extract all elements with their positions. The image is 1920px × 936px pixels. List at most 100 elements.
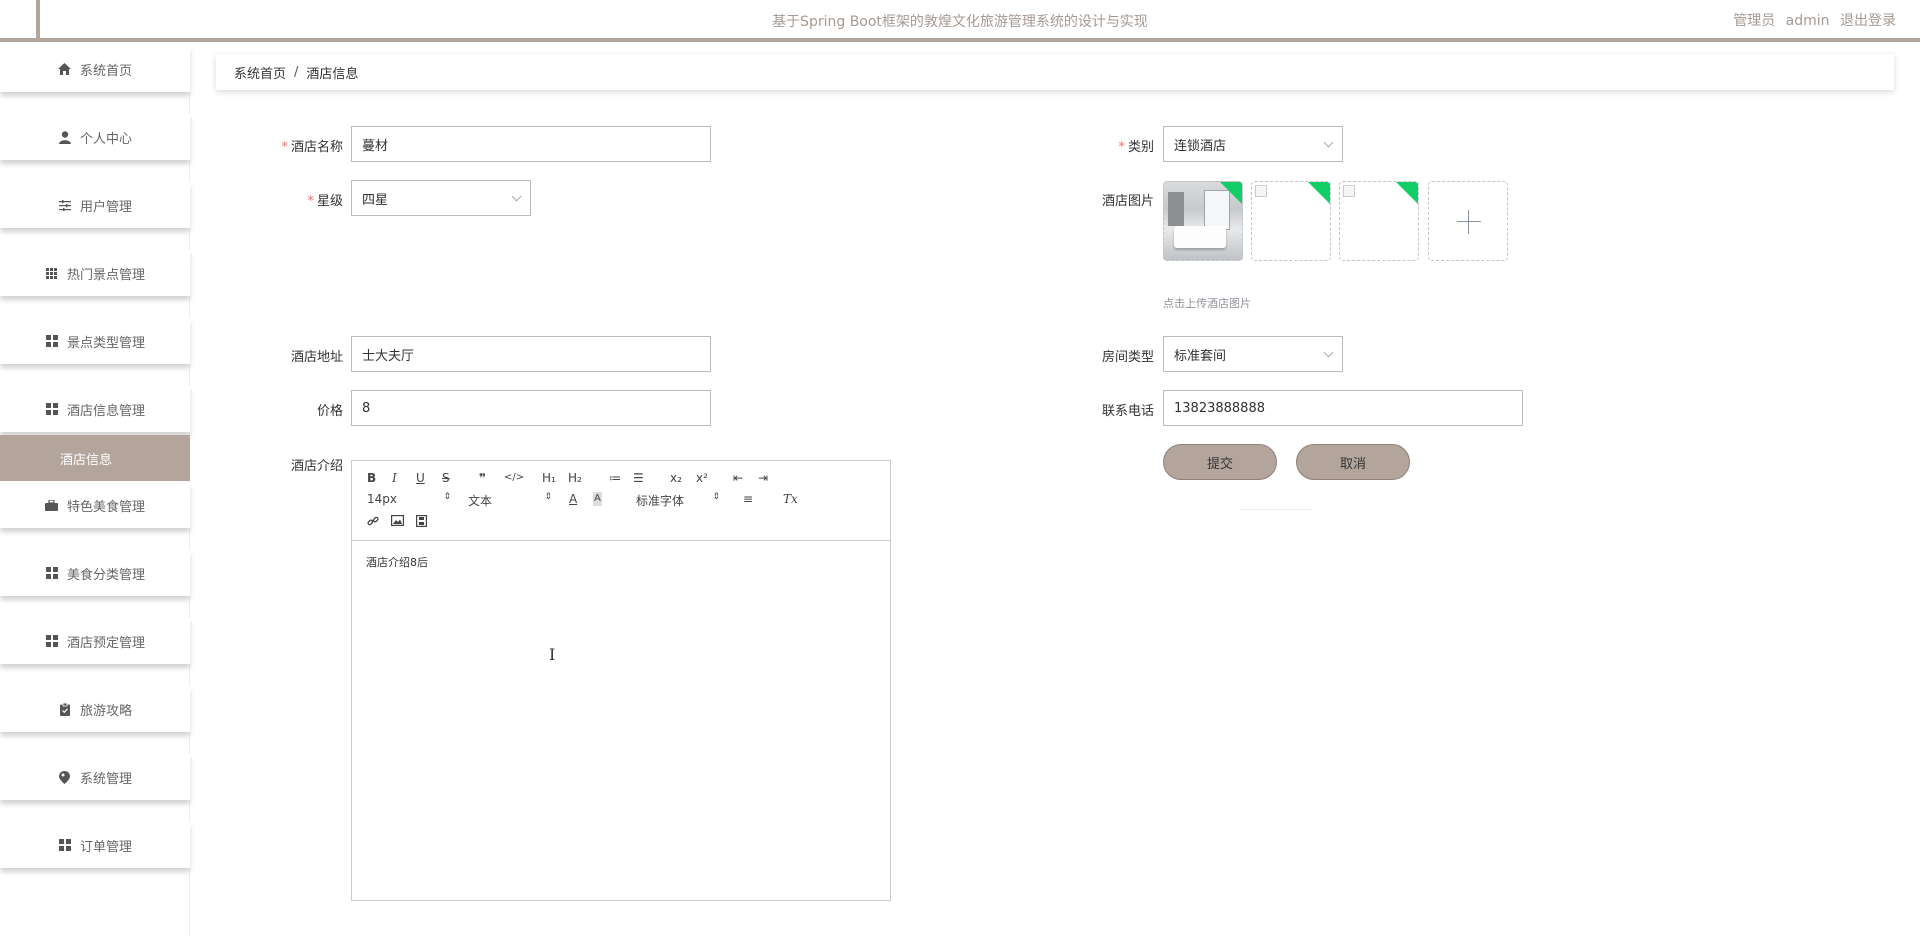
sidebar-item-label: 系统首页 [79,63,132,79]
hotel-name-label: * 酒店名称 [281,140,343,155]
category-select[interactable]: 连锁酒店 [1163,126,1343,162]
blockquote-button[interactable]: ❞ [479,471,486,485]
strike-button[interactable]: S [442,471,450,485]
apps-icon [58,838,72,852]
address-input[interactable]: 士大夫厅 [351,336,711,372]
sidebar-item-hot-spots[interactable]: 热门景点管理 [0,250,190,296]
header-picker[interactable]: 文本 ⇕ [468,492,552,509]
editor-content[interactable]: 酒店介绍8后 [352,542,890,900]
top-bar: 基于Spring Boot框架的敦煌文化旅游管理系统的设计与实现 管理员 adm… [0,0,1920,42]
hotel-image-thumbnail[interactable] [1339,181,1419,261]
sidebar-item-label: 旅游攻略 [79,703,132,719]
room-photo-bed [1174,226,1226,248]
h2-button[interactable]: H₂ [568,471,582,485]
cancel-button[interactable]: 取消 [1296,444,1410,480]
picker-arrow-icon: ⇕ [712,492,720,502]
sidebar-item-hotel-booking[interactable]: 酒店预定管理 [0,618,190,664]
text-color-button[interactable]: A [569,492,577,506]
rich-text-editor: B I U S ❞ </> H₁ H₂ ≔ ☰ x₂ x² ⇤ ⇥ 14px ⇕… [351,460,891,901]
superscript-button[interactable]: x² [696,471,708,485]
underline-button[interactable]: U [416,471,425,485]
image-icon[interactable] [391,515,405,529]
code-button[interactable]: </> [504,471,524,485]
sidebar-item-users[interactable]: 用户管理 [0,182,190,228]
editor-toolbar: B I U S ❞ </> H₁ H₂ ≔ ☰ x₂ x² ⇤ ⇥ 14px ⇕… [352,461,890,541]
category-select-value: 连锁酒店 [1174,138,1227,154]
video-icon[interactable] [416,515,428,530]
align-button[interactable]: ≡ [743,492,753,506]
sidebar-item-label: 景点类型管理 [66,335,145,351]
sidebar-item-spot-types[interactable]: 景点类型管理 [0,318,190,364]
broken-image-icon [1343,185,1355,197]
picker-arrow-icon: ⇕ [544,492,552,502]
briefcase-icon [45,498,59,512]
picker-arrow-icon: ⇕ [443,492,451,502]
sidebar-item-profile[interactable]: 个人中心 [0,114,190,160]
clean-format-button[interactable]: Tx [783,492,798,506]
sidebar-item-label: 订单管理 [79,839,132,855]
background-color-button[interactable]: A [593,492,602,506]
user-area: 管理员 admin 退出登录 [1727,10,1896,30]
submit-button[interactable]: 提交 [1163,444,1277,480]
breadcrumb-current: 酒店信息 [306,66,359,82]
phone-label: 联系电话 [1101,404,1154,419]
link-icon[interactable] [367,515,379,530]
apps-icon [45,566,59,580]
price-label: 价格 [316,404,343,419]
hotel-image-thumbnail[interactable] [1251,181,1331,261]
apps-icon [45,334,59,348]
sidebar-item-food[interactable]: 特色美食管理 [0,482,190,528]
sidebar-subitem-hotel-info[interactable]: 酒店信息 [0,435,190,481]
sidebar: 系统首页 个人中心 用户管理 热门景点管理 景点类型管理 酒店信息管理 酒店信息 [0,46,190,936]
hotel-image-thumbnail[interactable] [1163,181,1243,261]
apps-icon [45,402,59,416]
room-type-select[interactable]: 标准套间 [1163,336,1343,372]
hotel-name-input[interactable]: 蔓材 [351,126,711,162]
sidebar-item-hotel-management[interactable]: 酒店信息管理 [0,386,190,432]
sidebar-item-orders[interactable]: 订单管理 [0,822,190,868]
username: admin [1785,13,1830,29]
bullet-list-button[interactable]: ☰ [633,471,644,485]
sidebar-item-label: 热门景点管理 [66,267,145,283]
chevron-down-icon [1323,347,1334,357]
font-size-value: 14px [367,492,397,506]
ordered-list-button[interactable]: ≔ [609,471,621,485]
logout-link[interactable]: 退出登录 [1840,13,1896,29]
text-cursor-icon: I [549,645,556,664]
bold-button[interactable]: B [367,471,376,485]
sidebar-item-label: 美食分类管理 [66,567,145,583]
sidebar-item-label: 个人中心 [79,131,132,147]
breadcrumb-home[interactable]: 系统首页 [234,63,286,82]
user-icon [58,130,72,144]
star-select[interactable]: 四星 [351,180,531,216]
star-select-value: 四星 [362,192,389,208]
star-label: * 星级 [307,194,343,209]
required-mark: * [1118,140,1125,155]
phone-input[interactable]: 13823888888 [1163,390,1523,426]
header-value: 文本 [468,494,493,508]
subscript-button[interactable]: x₂ [670,471,682,485]
font-family-value: 标准字体 [636,494,685,508]
sidebar-item-label: 系统管理 [79,771,132,787]
add-image-button[interactable] [1428,181,1508,261]
sidebar-item-home[interactable]: 系统首页 [0,46,190,92]
user-role: 管理员 [1733,13,1776,29]
sidebar-item-food-category[interactable]: 美食分类管理 [0,550,190,596]
upload-tip: 点击上传酒店图片 [1163,297,1251,310]
system-title: 基于Spring Boot框架的敦煌文化旅游管理系统的设计与实现 [772,14,1148,30]
required-mark: * [281,140,288,155]
sidebar-item-system[interactable]: 系统管理 [0,754,190,800]
sidebar-item-travel-guide[interactable]: 旅游攻略 [0,686,190,732]
font-family-picker[interactable]: 标准字体 ⇕ [636,492,720,509]
breadcrumb-separator: / [294,64,299,80]
home-icon [58,62,72,76]
italic-button[interactable]: I [392,471,397,485]
breadcrumb: 系统首页 / 酒店信息 [216,54,1894,90]
outdent-button[interactable]: ⇤ [733,471,743,485]
sidebar-item-label: 用户管理 [79,199,132,215]
font-size-picker[interactable]: 14px ⇕ [367,492,451,506]
h1-button[interactable]: H₁ [542,471,556,485]
indent-button[interactable]: ⇥ [758,471,768,485]
price-input[interactable]: 8 [351,390,711,426]
intro-label: 酒店介绍 [290,459,343,474]
